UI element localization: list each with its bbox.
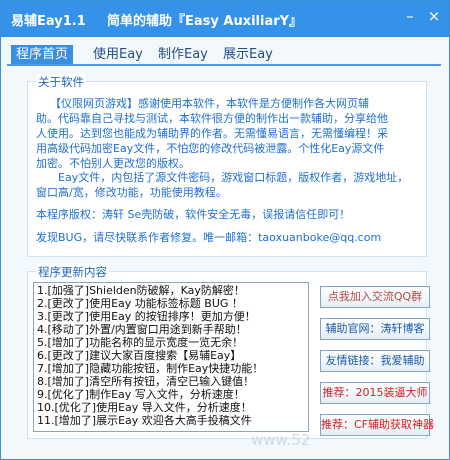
- tab-use-eay[interactable]: 使用Eay: [88, 45, 148, 64]
- official-site-button[interactable]: 辅助官网：涛轩博客: [320, 318, 430, 340]
- app-subtitle: 简单的辅助『Easy AuxiliarY』: [107, 14, 303, 29]
- list-item: 3.[更改了]使用Eay 的按钮排序！更加方便！: [37, 310, 256, 323]
- list-item: 6.[更改了]建议大家百度搜索【易辅Eay】: [37, 349, 242, 362]
- list-item: 4.[移动了]外置/内置窗口用途到新手帮助！: [37, 323, 247, 336]
- about-file-desc: Eay文件，内包括了源文件密码，游戏窗口标题，版权作者，游戏地址， 窗口高/宽，…: [36, 170, 408, 200]
- app-window: 易辅Eay1.1 简单的辅助『Easy AuxiliarY』 – × 程序首页 …: [0, 0, 450, 460]
- intro-line: 用高级代码加密Eay文件，不怕您的修改代码被泄露。个性化Eay源文件: [36, 142, 385, 155]
- watermark: www.52: [251, 431, 311, 449]
- bug-report-line: 发现BUG，请尽快联系作者修复。唯一邮箱：taoxuanboke@qq.com: [36, 231, 382, 244]
- tab-show-eay[interactable]: 展示Eay: [218, 45, 278, 64]
- intro-line: 加密。不怕别人更改您的版权。: [36, 157, 190, 170]
- intro-line: 助。代码靠自己寻找与测试，本软件很方便的制作出一款辅助，分享给他: [36, 112, 388, 125]
- title-bar[interactable]: 易辅Eay1.1 简单的辅助『Easy AuxiliarY』 – ×: [1, 1, 449, 37]
- tab-home[interactable]: 程序首页: [11, 45, 74, 64]
- changelog-group: 程序更新内容 1.[加强了]Shielden防破解，Kay防解密！ 2.[更改了…: [27, 264, 434, 439]
- recommend-button-1[interactable]: 推荐：2015装逼大师: [320, 382, 430, 404]
- tab-underline: [7, 64, 441, 66]
- recommend-button-2[interactable]: 推荐：CF辅助获取神器: [320, 414, 434, 436]
- file-line: 窗口高/宽，修改功能，功能使用教程。: [36, 186, 227, 199]
- list-item: 5.[增加了]功能名称的显示宽度一览无余！: [37, 336, 244, 349]
- app-name: 易辅Eay1.1: [11, 14, 86, 29]
- friend-link-button[interactable]: 友情链接：我爱辅助: [320, 350, 430, 372]
- list-item: 11.[增加了]展示Eay 欢迎各大高手投稿文件: [37, 414, 252, 427]
- tab-make-eay[interactable]: 制作Eay: [153, 45, 213, 64]
- about-group: 关于软件 【仪限网页游戏】感谢使用本软件，本软件是方便制作各大网页辅 助。代码靠…: [27, 74, 427, 257]
- about-title: 关于软件: [36, 74, 86, 90]
- about-intro: 【仪限网页游戏】感谢使用本软件，本软件是方便制作各大网页辅 助。代码靠自己寻找与…: [36, 96, 388, 171]
- changelog-title: 程序更新内容: [36, 264, 109, 280]
- changelog-list[interactable]: 1.[加强了]Shielden防破解，Kay防解密！ 2.[更改了]使用Eay …: [33, 282, 309, 432]
- list-item: 1.[加强了]Shielden防破解，Kay防解密！: [37, 284, 245, 297]
- list-item: 7.[增加了]隐藏功能按钮，制作Eay快捷功能！: [37, 362, 264, 375]
- list-item: 2.[更改了]使用Eay 功能标签标题 BUG ！: [37, 297, 243, 310]
- copyright-line: 本程序版权：涛轩 Se壳防破，软件安全无毒，误报请信任即可！: [36, 208, 351, 221]
- intro-line: 人使用。达到您也能成为辅助界的作者。无需懂易语言，无需懂编程！采: [36, 127, 388, 140]
- intro-line: 【仪限网页游戏】感谢使用本软件，本软件是方便制作各大网页辅: [50, 97, 369, 110]
- join-qq-group-button[interactable]: 点我加入交流QQ群: [320, 286, 430, 308]
- list-item: 8.[增加了]清空所有按钮，清空已输入键值！: [37, 375, 255, 388]
- list-item: 10.[优化了]使用Eay 导入文件，分析速度！: [37, 401, 252, 414]
- list-item: 9.[优化了]制作Eay 写入文件，分析速度！: [37, 388, 245, 401]
- minimize-button[interactable]: –: [399, 5, 421, 27]
- close-button[interactable]: ×: [423, 5, 445, 27]
- file-line: Eay文件，内包括了源文件密码，游戏窗口标题，版权作者，游戏地址，: [58, 171, 409, 184]
